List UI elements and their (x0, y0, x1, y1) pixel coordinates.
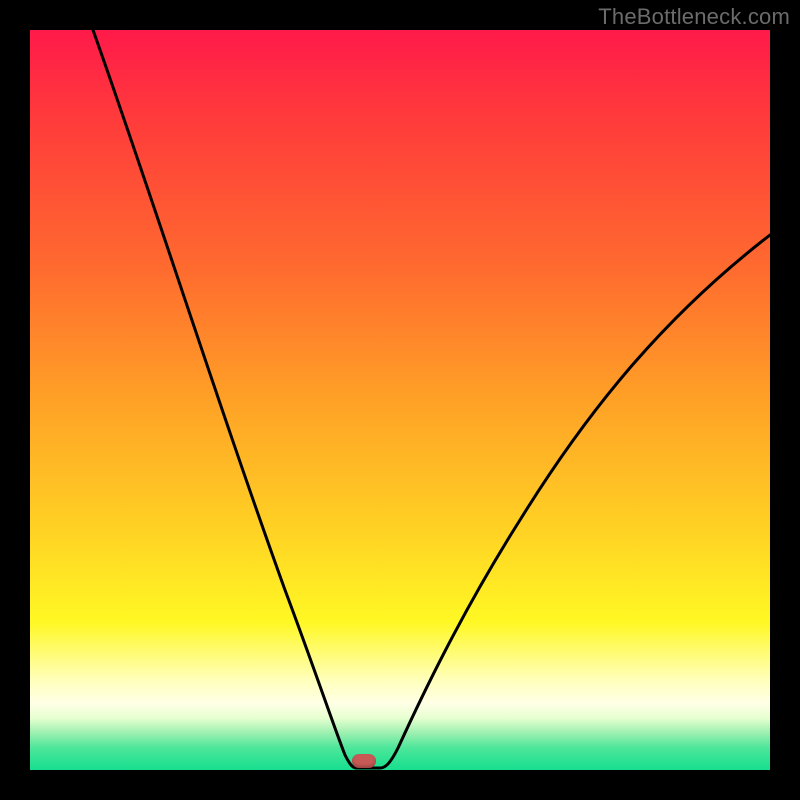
watermark-text: TheBottleneck.com (598, 4, 790, 30)
bottleneck-curve (30, 30, 770, 770)
optimal-point-marker (352, 754, 376, 768)
chart-frame: TheBottleneck.com (0, 0, 800, 800)
bottleneck-curve-path (93, 30, 770, 768)
plot-area (30, 30, 770, 770)
